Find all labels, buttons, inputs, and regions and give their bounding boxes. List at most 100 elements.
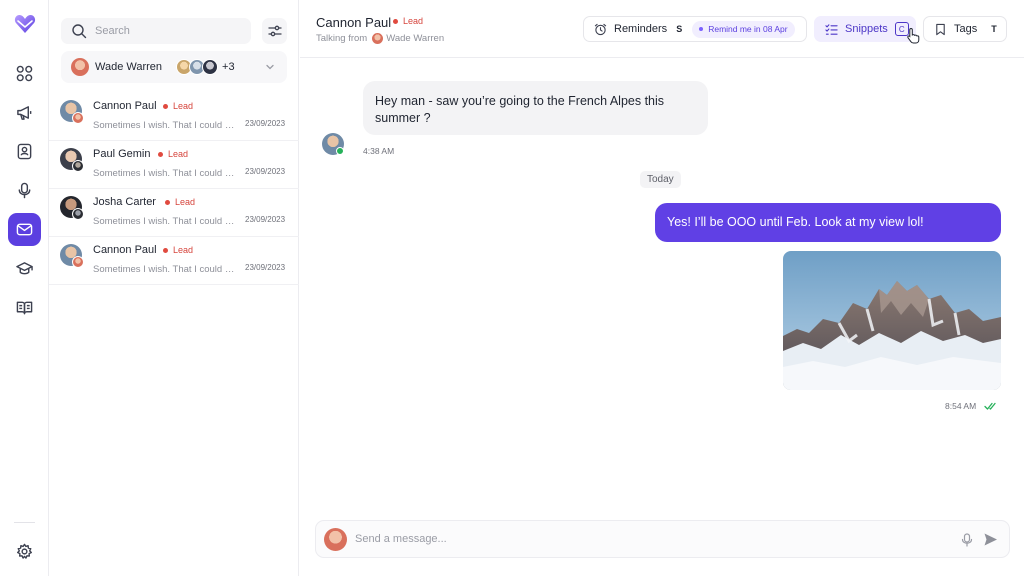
day-divider-label: Today xyxy=(647,174,674,185)
agent-avatar xyxy=(72,160,84,172)
agent-name: Wade Warren xyxy=(95,61,163,73)
lead-badge: Lead xyxy=(160,195,200,209)
badge-dot xyxy=(393,18,398,24)
chip-dot xyxy=(699,27,704,31)
badge-label: Lead xyxy=(173,101,194,111)
badge-label: Lead xyxy=(173,245,194,255)
contact-name: Josha Carter xyxy=(93,196,156,208)
megaphone-icon xyxy=(17,106,32,120)
checklist-icon xyxy=(825,23,838,35)
agent-avatar xyxy=(71,58,89,76)
outgoing-message-text: Yes! I’ll be OOO until Feb. Look at my v… xyxy=(667,215,924,229)
conversation-item[interactable]: Paul Gemin Lead Sometimes I wish. That I… xyxy=(49,141,299,189)
lead-badge: Lead xyxy=(388,14,428,28)
lead-badge: Lead xyxy=(153,147,193,161)
alarm-clock-icon xyxy=(594,23,607,35)
outgoing-message-time: 8:54 AM xyxy=(945,401,977,411)
badge-dot xyxy=(163,103,168,109)
lead-badge: Lead xyxy=(158,243,198,257)
reminders-shortcut: S xyxy=(676,24,683,34)
reminders-label: Reminders xyxy=(614,23,668,35)
mountain-photo xyxy=(783,251,1001,390)
message-composer xyxy=(315,520,1010,558)
nav-contacts[interactable] xyxy=(8,135,41,168)
search-box[interactable]: Search xyxy=(61,18,251,44)
badge-label: Lead xyxy=(168,149,189,159)
chat-panel: Cannon Paul Lead Talking from Wade Warre… xyxy=(300,0,1024,576)
agent-avatar xyxy=(324,527,347,551)
team-avatars xyxy=(176,59,219,75)
message-input[interactable] xyxy=(355,533,945,545)
avatar xyxy=(202,59,219,75)
message-preview: Sometimes I wish. That I could st... xyxy=(93,120,237,131)
brand-logo-icon[interactable] xyxy=(14,14,36,34)
message-preview: Sometimes I wish. That I could st... xyxy=(93,264,237,275)
search-input[interactable]: Search xyxy=(95,25,130,37)
mail-icon xyxy=(16,223,33,236)
agent-avatar xyxy=(72,256,84,268)
book-icon xyxy=(16,301,33,315)
snippets-label: Snippets xyxy=(845,23,888,35)
rail-divider xyxy=(14,522,35,523)
incoming-message-text: Hey man - saw you’re going to the French… xyxy=(375,94,665,125)
reminders-button[interactable]: Reminders S Remind me in 08 Apr xyxy=(583,16,807,42)
microphone-icon[interactable] xyxy=(961,533,973,547)
reminder-chip[interactable]: Remind me in 08 Apr xyxy=(692,20,795,38)
talking-from-agent: Wade Warren xyxy=(386,33,445,44)
agent-avatar xyxy=(372,33,384,44)
badge-dot xyxy=(163,247,168,253)
talking-from-label: Talking from xyxy=(316,33,368,44)
conversation-list-panel: Search Wade Warren +3 Cannon Paul Lead S… xyxy=(49,0,299,576)
dashboard-icon xyxy=(16,65,33,82)
filter-button[interactable] xyxy=(262,18,287,44)
agent-avatar xyxy=(72,208,84,220)
message-preview: Sometimes I wish. That I could st... xyxy=(93,216,237,227)
message-preview: Sometimes I wish. That I could st... xyxy=(93,168,237,179)
search-icon xyxy=(72,24,87,39)
conversation-date: 23/09/2023 xyxy=(245,215,286,224)
conversation-date: 23/09/2023 xyxy=(245,119,286,128)
mouse-pointer-icon xyxy=(907,27,920,44)
contact-name: Paul Gemin xyxy=(93,148,151,160)
conversation-item[interactable]: Cannon Paul Lead Sometimes I wish. That … xyxy=(49,93,299,141)
tags-button[interactable]: Tags T xyxy=(923,16,1007,42)
outgoing-message-bubble: Yes! I’ll be OOO until Feb. Look at my v… xyxy=(655,203,1001,242)
more-agents-count: +3 xyxy=(222,61,235,73)
nav-calls[interactable] xyxy=(8,174,41,207)
double-check-icon xyxy=(984,402,996,410)
sliders-icon xyxy=(267,25,282,37)
conversation-item[interactable]: Josha Carter Lead Sometimes I wish. That… xyxy=(49,189,299,237)
bookmark-icon xyxy=(936,23,945,35)
badge-dot xyxy=(158,151,163,157)
nav-knowledge[interactable] xyxy=(8,291,41,324)
badge-dot xyxy=(165,199,170,205)
conversation-item[interactable]: Cannon Paul Lead Sometimes I wish. That … xyxy=(49,237,299,285)
conversation-date: 23/09/2023 xyxy=(245,263,286,272)
mountain-photo-attachment[interactable] xyxy=(783,251,1001,390)
nav-inbox[interactable] xyxy=(8,213,41,246)
agent-selector[interactable]: Wade Warren +3 xyxy=(61,51,287,83)
day-divider: Today xyxy=(640,171,681,188)
online-status-dot xyxy=(336,147,344,155)
microphone-icon xyxy=(18,182,31,199)
contact-name: Cannon Paul xyxy=(93,244,157,256)
nav-campaigns[interactable] xyxy=(8,96,41,129)
badge-label: Lead xyxy=(403,16,424,26)
contacts-icon xyxy=(17,143,32,160)
incoming-message-bubble: Hey man - saw you’re going to the French… xyxy=(363,81,708,135)
send-icon[interactable] xyxy=(983,532,998,547)
badge-label: Lead xyxy=(175,197,196,207)
nav-settings[interactable] xyxy=(8,535,41,568)
conversation-date: 23/09/2023 xyxy=(245,167,286,176)
nav-academy[interactable] xyxy=(8,252,41,285)
reminder-chip-label: Remind me in 08 Apr xyxy=(708,24,788,34)
tags-shortcut: T xyxy=(991,24,997,34)
nav-dashboard[interactable] xyxy=(8,57,41,90)
talking-from: Talking from Wade Warren xyxy=(316,33,444,44)
snippets-button[interactable]: Snippets C xyxy=(814,16,916,42)
icon-rail xyxy=(0,0,49,576)
lead-badge: Lead xyxy=(158,99,198,113)
agent-avatar xyxy=(72,112,84,124)
incoming-message-time: 4:38 AM xyxy=(363,146,395,156)
tags-label: Tags xyxy=(954,23,978,35)
